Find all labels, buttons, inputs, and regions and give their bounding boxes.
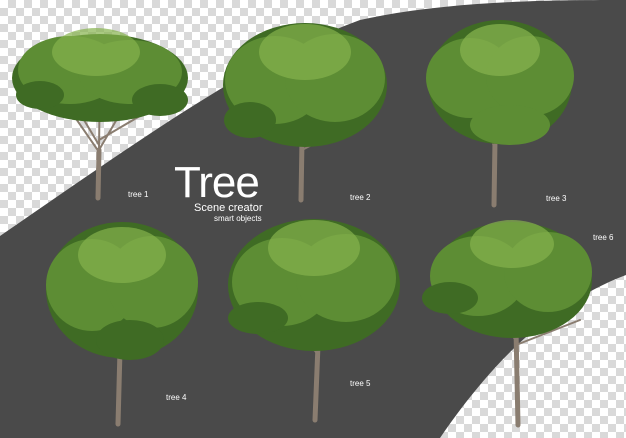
- subtitle: Scene creator: [194, 202, 263, 214]
- tree-2-label: tree 2: [350, 193, 371, 202]
- tree-3-label: tree 3: [546, 194, 567, 203]
- dark-diagonal-band: [0, 0, 626, 438]
- tree-6-label: tree 6: [593, 233, 614, 242]
- page-title: Tree: [174, 158, 260, 207]
- scene-canvas: tree 1 tree 2 tree 3 tree 4 tree 5 tree …: [0, 0, 626, 438]
- tree-1-label: tree 1: [128, 190, 149, 199]
- tagline: smart objects: [214, 214, 262, 223]
- tree-4-label: tree 4: [166, 393, 187, 402]
- tree-5-label: tree 5: [350, 379, 371, 388]
- band-shape: [0, 0, 626, 438]
